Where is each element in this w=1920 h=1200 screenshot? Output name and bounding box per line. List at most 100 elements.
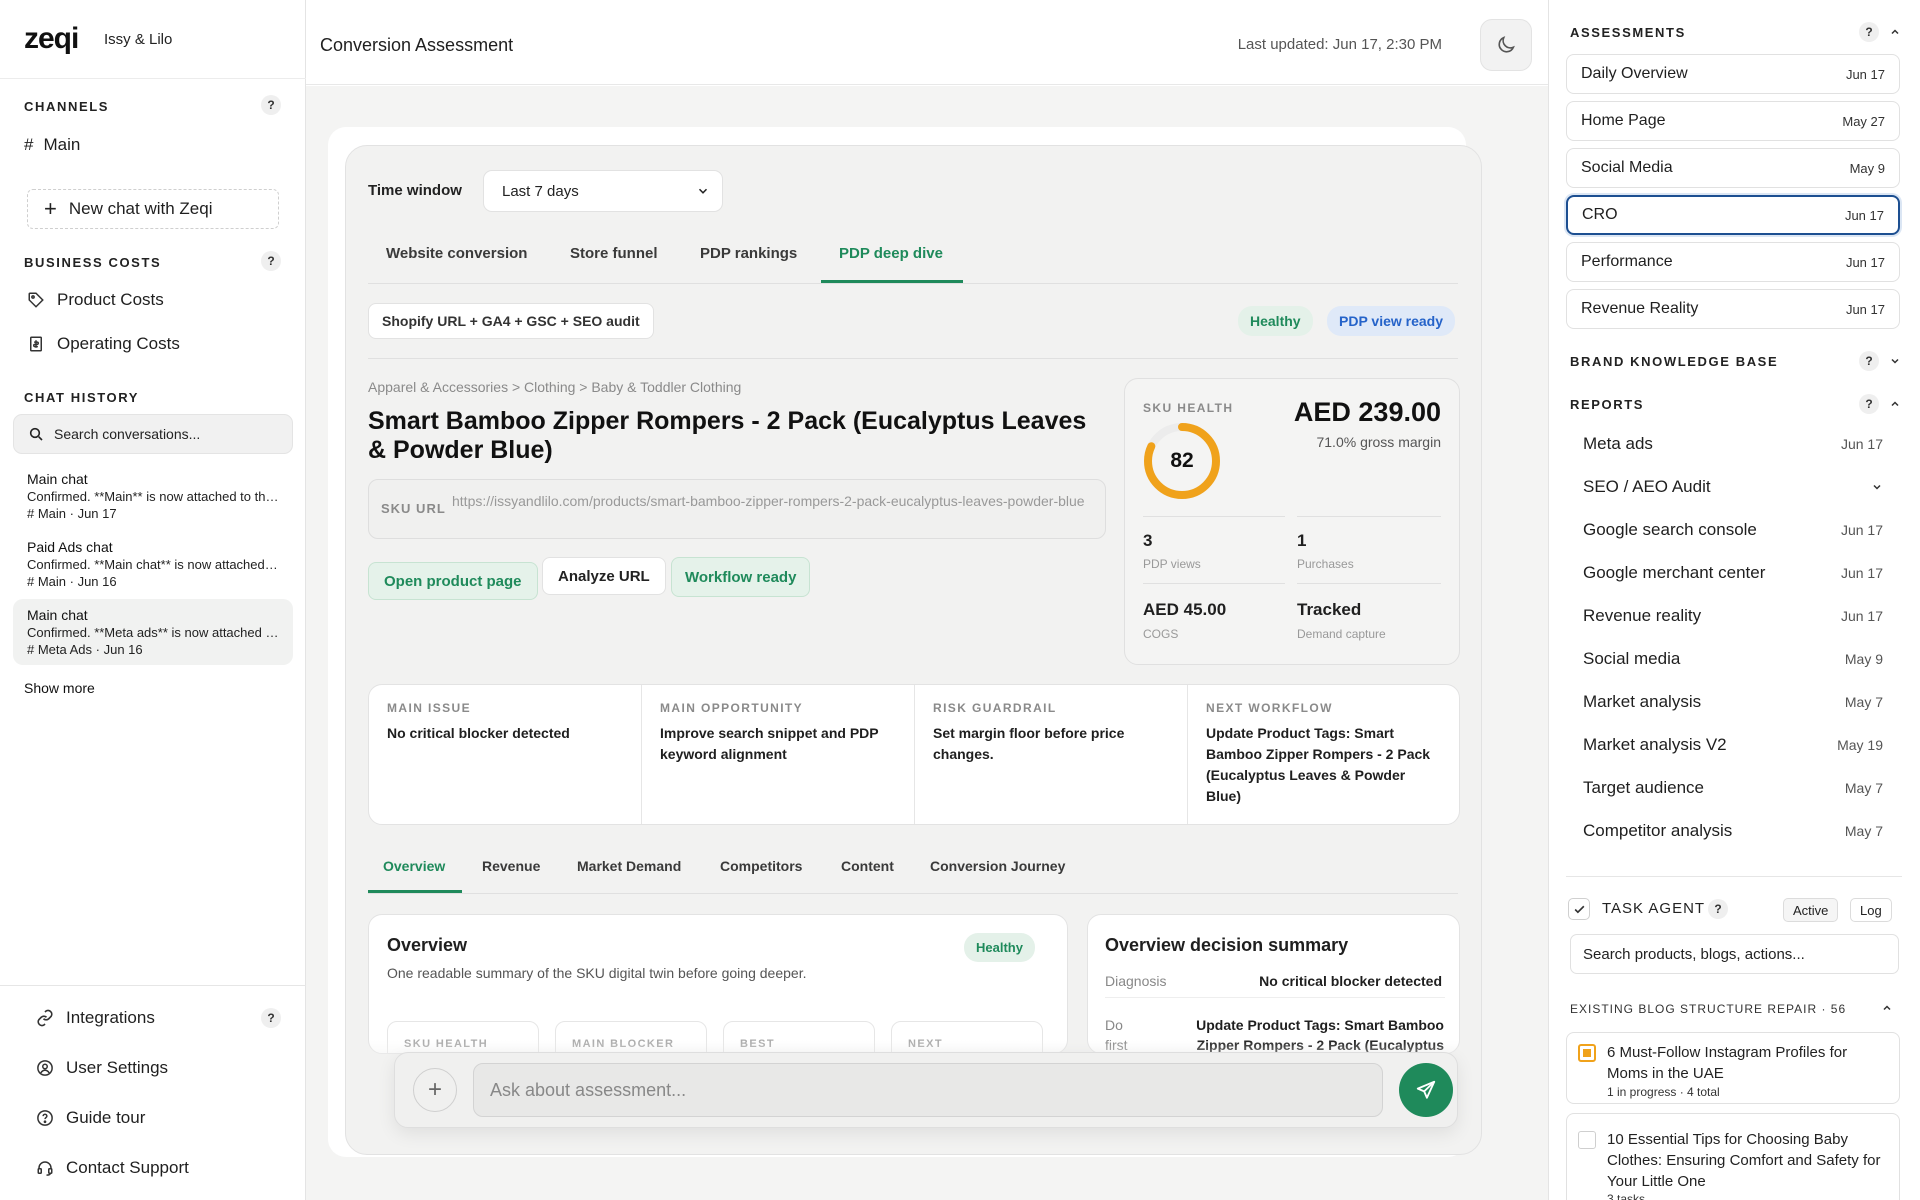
report-item[interactable]: Market analysis V2 May 19 <box>1583 735 1883 755</box>
business-costs-help-button[interactable]: ? <box>261 251 281 271</box>
new-chat-button[interactable]: + New chat with Zeqi <box>27 189 279 229</box>
chat-history-heading: CHAT HISTORY <box>24 390 140 405</box>
report-item[interactable]: Meta ads Jun 17 <box>1583 434 1883 454</box>
chat-history-item[interactable]: Paid Ads chat Confirmed. **Main chat** i… <box>13 531 293 597</box>
report-item[interactable]: Google search console Jun 17 <box>1583 520 1883 540</box>
chevron-down-icon[interactable] <box>1889 355 1901 367</box>
price: AED 239.00 <box>1293 397 1441 427</box>
send-button[interactable] <box>1399 1063 1453 1117</box>
chat-meta: # Main · Jun 17 <box>27 506 117 521</box>
chat-title: Paid Ads chat <box>27 539 113 555</box>
subtab-overview[interactable]: Overview <box>383 858 445 874</box>
contact-support-link[interactable]: Contact Support <box>36 1158 189 1178</box>
assessment-item[interactable]: Performance Jun 17 <box>1566 242 1900 282</box>
assessment-item[interactable]: Daily Overview Jun 17 <box>1566 54 1900 94</box>
report-item[interactable]: Social media May 9 <box>1583 649 1883 669</box>
task-agent-toggle[interactable] <box>1568 898 1590 920</box>
sku-url-value: https://issyandlilo.com/products/smart-b… <box>452 493 1085 509</box>
tab-pdp-rankings[interactable]: PDP rankings <box>700 245 797 262</box>
open-product-page-button[interactable]: Open product page <box>368 562 538 600</box>
report-item[interactable]: Google merchant center Jun 17 <box>1583 563 1883 583</box>
time-window-select[interactable]: Last 7 days <box>483 170 723 212</box>
subtab-market-demand[interactable]: Market Demand <box>577 858 681 874</box>
task-search-input[interactable]: Search products, blogs, actions... <box>1570 934 1899 974</box>
chat-history-item-selected[interactable]: Main chat Confirmed. **Meta ads** is now… <box>13 599 293 665</box>
assessment-item[interactable]: Social Media May 9 <box>1566 148 1900 188</box>
report-item[interactable]: Revenue reality Jun 17 <box>1583 606 1883 626</box>
workflow-ready-button[interactable]: Workflow ready <box>671 557 811 597</box>
chevron-up-icon[interactable] <box>1889 26 1901 38</box>
assessments-help-button[interactable]: ? <box>1859 22 1879 42</box>
chevron-up-icon[interactable] <box>1889 398 1901 410</box>
in-progress-checkbox[interactable] <box>1578 1044 1596 1062</box>
search-conversations-field[interactable]: Search conversations... <box>13 414 293 454</box>
zeqi-logo[interactable]: zeqi <box>24 22 79 56</box>
chevron-down-icon[interactable] <box>1871 481 1883 493</box>
ask-input[interactable]: Ask about assessment... <box>473 1063 1383 1117</box>
task-meta: 3 tasks <box>1607 1192 1646 1200</box>
stat-label: COGS <box>1143 627 1179 641</box>
channel-main[interactable]: # Main <box>24 135 80 155</box>
assessment-name: CRO <box>1582 206 1618 223</box>
report-item[interactable]: SEO / AEO Audit <box>1583 477 1883 497</box>
tab-store-funnel[interactable]: Store funnel <box>570 245 658 262</box>
tab-website-conversion[interactable]: Website conversion <box>386 245 527 262</box>
ask-bar: + Ask about assessment... <box>394 1052 1458 1128</box>
summary-main-issue: MAIN ISSUE No critical blocker detected <box>369 685 642 824</box>
analyze-url-button[interactable]: Analyze URL <box>542 557 666 595</box>
operating-costs-link[interactable]: Operating Costs <box>27 334 180 354</box>
subtab-competitors[interactable]: Competitors <box>720 858 802 874</box>
task-checkbox[interactable] <box>1578 1131 1596 1149</box>
chat-history-item[interactable]: Main chat Confirmed. **Main** is now att… <box>13 463 293 529</box>
guide-tour-link[interactable]: Guide tour <box>36 1108 145 1128</box>
task-item[interactable]: 6 Must-Follow Instagram Profiles for Mom… <box>1566 1032 1900 1104</box>
search-conversations-placeholder: Search conversations... <box>54 426 201 442</box>
active-tab-button[interactable]: Active <box>1783 898 1839 922</box>
data-sources-chip: Shopify URL + GA4 + GSC + SEO audit <box>368 303 654 339</box>
subtab-content[interactable]: Content <box>841 858 894 874</box>
channel-main-label: Main <box>43 135 81 154</box>
report-item[interactable]: Target audience May 7 <box>1583 778 1883 798</box>
chevron-up-icon[interactable] <box>1881 1002 1893 1014</box>
divider <box>368 358 1458 359</box>
stat-value: Tracked <box>1297 600 1362 619</box>
stat-value: 1 <box>1297 531 1307 550</box>
subtab-revenue[interactable]: Revenue <box>482 858 540 874</box>
diagnosis-label: Diagnosis <box>1105 973 1167 989</box>
product-costs-link[interactable]: Product Costs <box>27 290 164 310</box>
assessment-item[interactable]: Home Page May 27 <box>1566 101 1900 141</box>
integrations-link[interactable]: Integrations <box>36 1008 155 1028</box>
report-item[interactable]: Competitor analysis May 7 <box>1583 821 1883 841</box>
report-date: Jun 17 <box>1840 522 1883 538</box>
kb-help-button[interactable]: ? <box>1859 351 1879 371</box>
tab-pdp-deep-dive[interactable]: PDP deep dive <box>839 245 943 262</box>
task-title: 10 Essential Tips for Choosing Baby Clot… <box>1607 1131 1881 1190</box>
brand-knowledge-base-heading[interactable]: BRAND KNOWLEDGE BASE <box>1570 354 1778 369</box>
attach-button[interactable]: + <box>413 1068 457 1112</box>
status-badge-pdp-ready: PDP view ready <box>1327 306 1456 336</box>
subtab-conversion-journey[interactable]: Conversion Journey <box>930 858 1065 874</box>
reports-help-button[interactable]: ? <box>1859 394 1879 414</box>
assessment-item-selected[interactable]: CRO Jun 17 <box>1566 195 1900 235</box>
report-name: Google search console <box>1583 520 1757 539</box>
task-agent-help-button[interactable]: ? <box>1708 899 1728 919</box>
headset-icon <box>37 1161 53 1176</box>
last-updated: Last updated: Jun 17, 2:30 PM <box>1237 36 1442 53</box>
assessment-item[interactable]: Revenue Reality Jun 17 <box>1566 289 1900 329</box>
sku-url-field[interactable]: SKU URL https://issyandlilo.com/products… <box>368 479 1106 539</box>
theme-toggle-button[interactable] <box>1480 19 1532 71</box>
task-item[interactable]: 10 Essential Tips for Choosing Baby Clot… <box>1566 1113 1900 1200</box>
log-tab-button[interactable]: Log <box>1850 898 1892 922</box>
summary-text: Improve search snippet and PDP keyword a… <box>660 725 879 762</box>
show-more-link[interactable]: Show more <box>24 680 95 696</box>
sku-health-score: 82 <box>1170 449 1194 472</box>
user-settings-link[interactable]: User Settings <box>36 1058 168 1078</box>
divider <box>1143 516 1285 517</box>
decision-summary-title: Overview decision summary <box>1105 935 1349 955</box>
channels-help-button[interactable]: ? <box>261 95 281 115</box>
summary-text: Update Product Tags: Smart Bamboo Zipper… <box>1206 725 1431 804</box>
integrations-help-button[interactable]: ? <box>261 1008 281 1028</box>
check-icon <box>1574 905 1584 913</box>
assessments-heading: ASSESSMENTS <box>1570 25 1686 40</box>
report-item[interactable]: Market analysis May 7 <box>1583 692 1883 712</box>
